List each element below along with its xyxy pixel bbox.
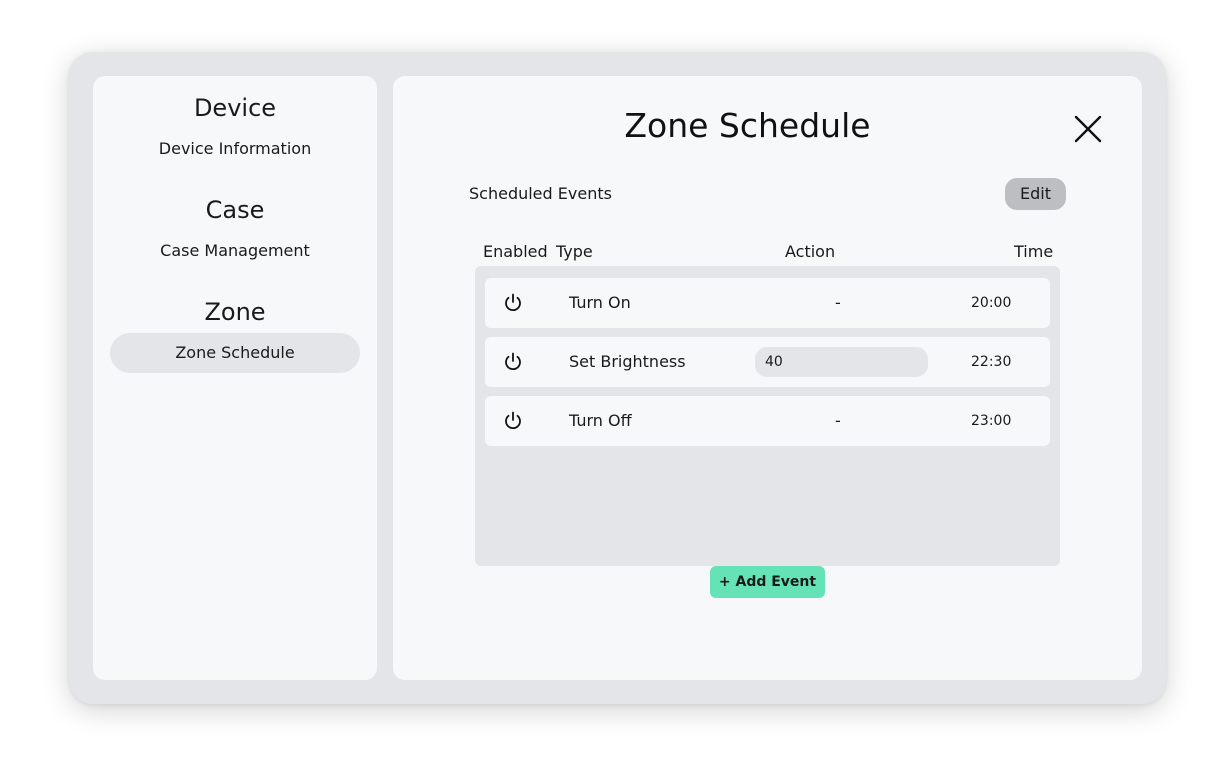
column-header-enabled: Enabled xyxy=(483,242,548,261)
app-window: Device Device Information Case Case Mana… xyxy=(69,52,1166,704)
table-row: Turn On - 20:00 xyxy=(485,278,1050,328)
edit-button[interactable]: Edit xyxy=(1005,178,1066,210)
page-title: Zone Schedule xyxy=(624,106,871,145)
event-type: Turn On xyxy=(569,293,631,312)
column-header-type: Type xyxy=(556,242,593,261)
power-icon xyxy=(505,293,521,312)
close-icon xyxy=(1074,115,1102,143)
power-icon xyxy=(505,411,521,430)
sidebar-item-zone-schedule[interactable]: Zone Schedule xyxy=(110,333,360,373)
event-time[interactable]: 23:00 xyxy=(971,396,1011,446)
sidebar-item-device-information[interactable]: Device Information xyxy=(110,129,360,169)
table-row: Set Brightness 40 22:30 xyxy=(485,337,1050,387)
power-icon xyxy=(505,352,521,371)
brightness-input[interactable]: 40 xyxy=(755,347,928,377)
event-action: - xyxy=(835,293,841,312)
close-button[interactable] xyxy=(1071,112,1105,146)
sidebar-heading-device: Device xyxy=(193,94,277,122)
event-type: Set Brightness xyxy=(569,352,686,371)
sidebar-heading-zone: Zone xyxy=(204,298,266,326)
column-header-time: Time xyxy=(1014,242,1054,261)
main-panel: Zone Schedule Scheduled Events Edit Enab… xyxy=(393,76,1142,680)
event-type: Turn Off xyxy=(569,411,632,430)
scheduled-events-label: Scheduled Events xyxy=(469,184,612,203)
column-header-action: Action xyxy=(785,242,836,261)
event-time[interactable]: 20:00 xyxy=(971,278,1011,328)
add-event-button[interactable]: + Add Event xyxy=(710,566,825,598)
enabled-toggle[interactable] xyxy=(502,292,524,314)
event-action: - xyxy=(835,411,841,430)
sidebar-item-case-management[interactable]: Case Management xyxy=(110,231,360,271)
sidebar-heading-case: Case xyxy=(205,196,265,224)
table-row: Turn Off - 23:00 xyxy=(485,396,1050,446)
sidebar: Device Device Information Case Case Mana… xyxy=(93,76,377,680)
event-time[interactable]: 22:30 xyxy=(971,337,1011,387)
events-table: Turn On - 20:00 Set Brightness 40 22:30 xyxy=(475,266,1060,566)
enabled-toggle[interactable] xyxy=(502,351,524,373)
enabled-toggle[interactable] xyxy=(502,410,524,432)
